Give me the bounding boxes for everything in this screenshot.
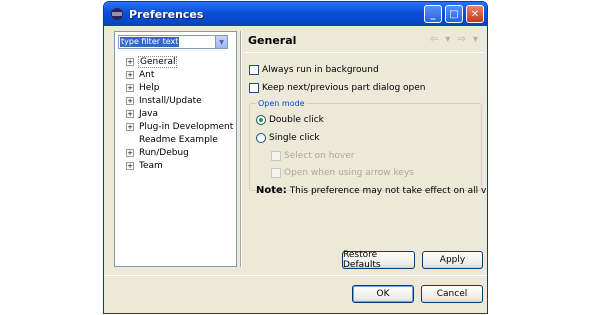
note-label: Note: xyxy=(256,185,287,196)
preference-tree: + General + Ant + Help + Install/Update … xyxy=(126,55,233,172)
tree-item-java[interactable]: + Java xyxy=(126,107,233,120)
tree-item-label[interactable]: Java xyxy=(139,109,158,119)
tree-item-general[interactable]: + General xyxy=(126,55,233,68)
select-on-hover-checkbox xyxy=(271,151,281,161)
tree-item-help[interactable]: + Help xyxy=(126,81,233,94)
double-click-option[interactable]: Double click xyxy=(256,115,324,125)
tree-item-label[interactable]: General xyxy=(137,55,178,68)
history-nav-icons[interactable]: ⇦ ▾ ⇨ ▾ xyxy=(430,34,480,45)
eclipse-icon xyxy=(111,8,123,20)
tree-item-ant[interactable]: + Ant xyxy=(126,68,233,81)
single-click-radio[interactable] xyxy=(256,133,266,143)
filter-input[interactable]: type filter text xyxy=(120,37,180,47)
tree-item-readme-example[interactable]: Readme Example xyxy=(126,133,233,146)
option-label: Double click xyxy=(269,115,324,125)
expand-icon[interactable]: + xyxy=(126,148,134,157)
minimize-button[interactable]: _ xyxy=(424,5,442,23)
option-label: Open when using arrow keys xyxy=(284,168,414,178)
note-text: Note: This preference may not take effec… xyxy=(256,185,488,196)
chevron-down-icon[interactable]: ▼ xyxy=(215,36,227,48)
option-label: Always run in background xyxy=(262,65,379,75)
open-arrow-keys-option: Open when using arrow keys xyxy=(271,168,414,178)
maximize-button[interactable]: □ xyxy=(445,5,463,23)
window-title: Preferences xyxy=(129,7,204,21)
expand-icon[interactable]: + xyxy=(126,57,134,66)
expand-icon[interactable]: + xyxy=(126,122,134,131)
tree-item-run-debug[interactable]: + Run/Debug xyxy=(126,146,233,159)
button-label: OK xyxy=(376,289,390,299)
tree-item-label[interactable]: Readme Example xyxy=(139,135,218,145)
open-arrow-keys-checkbox xyxy=(271,168,281,178)
page-header: General ⇦ ▾ ⇨ ▾ xyxy=(244,31,482,51)
header-separator xyxy=(244,52,484,53)
tree-item-install-update[interactable]: + Install/Update xyxy=(126,94,233,107)
expand-icon[interactable]: + xyxy=(126,70,134,79)
title-bar[interactable]: Preferences _ □ ✕ xyxy=(104,2,487,26)
option-label: Single click xyxy=(269,133,320,143)
tree-item-label[interactable]: Run/Debug xyxy=(139,148,189,158)
tree-item-label[interactable]: Ant xyxy=(139,70,154,80)
preferences-window: Preferences _ □ ✕ type filter text ▼ + G… xyxy=(103,1,488,314)
tree-item-plugin-development[interactable]: + Plug-in Development xyxy=(126,120,233,133)
expand-icon[interactable]: + xyxy=(126,96,134,105)
keep-next-prev-checkbox[interactable] xyxy=(249,83,259,93)
splitter-sash[interactable] xyxy=(240,31,242,267)
note-message: This preference may not take effect on a… xyxy=(289,186,488,196)
single-click-option[interactable]: Single click xyxy=(256,133,320,143)
keep-next-prev-option[interactable]: Keep next/previous part dialog open xyxy=(249,83,426,93)
cancel-button[interactable]: Cancel xyxy=(421,285,483,303)
select-on-hover-option: Select on hover xyxy=(271,151,354,161)
maximize-icon: □ xyxy=(449,8,459,20)
footer-separator xyxy=(104,275,487,276)
tree-item-team[interactable]: + Team xyxy=(126,159,233,172)
option-label: Keep next/previous part dialog open xyxy=(262,83,426,93)
option-label: Select on hover xyxy=(284,151,355,161)
tree-item-label[interactable]: Install/Update xyxy=(139,96,202,106)
tree-item-label[interactable]: Plug-in Development xyxy=(139,122,233,132)
minimize-icon: _ xyxy=(430,8,436,20)
expand-icon[interactable]: + xyxy=(126,109,134,118)
always-run-background-checkbox[interactable] xyxy=(249,65,259,75)
always-run-background-option[interactable]: Always run in background xyxy=(249,65,379,75)
button-label: Restore Defaults xyxy=(343,250,381,270)
apply-button[interactable]: Apply xyxy=(422,251,483,269)
tree-item-label[interactable]: Team xyxy=(139,161,163,171)
close-button[interactable]: ✕ xyxy=(466,5,484,23)
close-icon: ✕ xyxy=(470,8,480,20)
button-label: Cancel xyxy=(436,289,468,299)
page-title: General xyxy=(248,34,297,47)
expand-icon[interactable]: + xyxy=(126,83,134,92)
ok-button[interactable]: OK xyxy=(352,285,414,303)
filter-combo[interactable]: type filter text ▼ xyxy=(118,35,228,49)
double-click-radio[interactable] xyxy=(256,115,266,125)
open-mode-group-title: Open mode xyxy=(256,99,307,108)
button-label: Apply xyxy=(439,255,466,265)
preference-tree-pane: type filter text ▼ + General + Ant + Hel… xyxy=(114,31,237,267)
restore-defaults-button[interactable]: Restore Defaults xyxy=(342,250,415,270)
expand-icon[interactable]: + xyxy=(126,161,134,170)
tree-item-label[interactable]: Help xyxy=(139,83,160,93)
